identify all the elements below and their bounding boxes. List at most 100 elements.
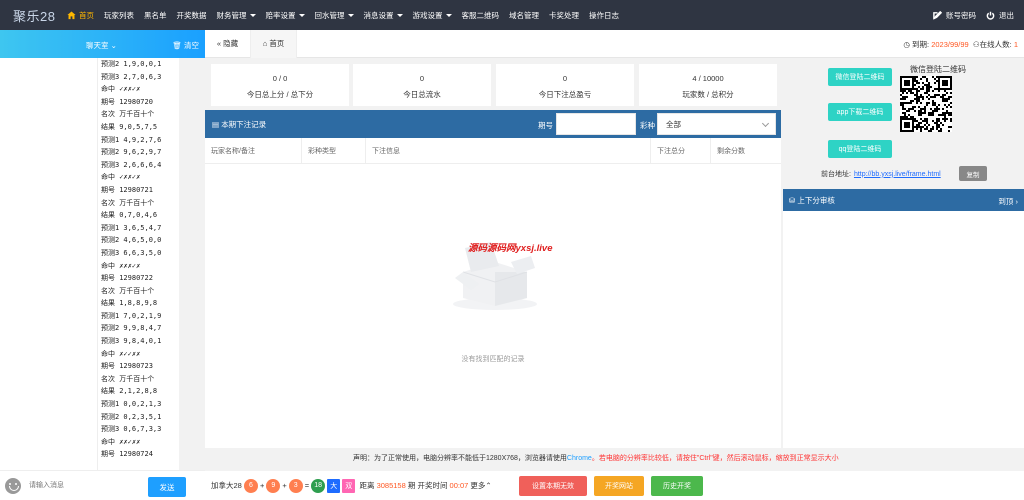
- chat-line: 预测2 1,9,0,0,1: [101, 60, 162, 68]
- lottery-type-value: 全部: [666, 119, 681, 129]
- logout-link[interactable]: 退出: [986, 10, 1014, 21]
- send-button[interactable]: 发送: [148, 477, 186, 497]
- period-label: 期号: [538, 121, 553, 130]
- qq-qr-button[interactable]: qq登陆二维码: [828, 140, 892, 158]
- chat-line: 期号 12980724: [101, 450, 153, 459]
- front-address-label: 前台地址:: [821, 171, 851, 178]
- notice-suffix: 。若电脑的分辨率比较低，请按住"Ctrl"键，然后滚动鼠标，缩放到正常显示大小: [591, 455, 839, 462]
- home-icon: [67, 10, 76, 19]
- account-password-link[interactable]: 账号密码: [933, 10, 976, 21]
- column-header[interactable]: 彩种类型: [302, 137, 366, 164]
- chat-message-input[interactable]: [29, 477, 149, 494]
- document-icon: ▤: [212, 119, 220, 129]
- copy-button[interactable]: 复制: [959, 166, 987, 181]
- nav-log[interactable]: 操作日志: [584, 0, 624, 30]
- table-header: 玩家名称/备注 彩种类型 下注信息 下注总分 剩余分数: [205, 137, 781, 164]
- stat-card-score: 0 / 0 今日总上分 / 总下分: [211, 64, 349, 106]
- chat-scroll-area[interactable]: [179, 58, 205, 498]
- chat-room-selector[interactable]: 聊天室 ⌄: [86, 40, 117, 51]
- more-link[interactable]: 更多⌃: [470, 480, 491, 491]
- nav-label: 游戏设置: [412, 10, 443, 20]
- nav-message[interactable]: 消息设置: [359, 0, 408, 30]
- nav-draw-data[interactable]: 开奖数据: [172, 0, 212, 30]
- caret-down-icon: [298, 13, 305, 17]
- plus-sign: +: [259, 481, 265, 490]
- nav-label: 开奖数据: [176, 10, 207, 20]
- wechat-qr-button[interactable]: 微信登陆二维码: [828, 68, 892, 86]
- chat-room-label: 聊天室: [86, 41, 109, 50]
- chat-line: 命中 ✗✗✗✓✗: [101, 261, 141, 270]
- nav-player-list[interactable]: 玩家列表: [99, 0, 139, 30]
- chat-line: 预测2 0,2,3,5,1: [101, 412, 162, 421]
- countdown: 00:07: [449, 481, 469, 490]
- column-header[interactable]: 剩余分数: [711, 138, 781, 164]
- nav-service-qr[interactable]: 客服二维码: [457, 0, 505, 30]
- set-period-invalid-button[interactable]: 设置本期无效: [519, 476, 587, 496]
- history-draw-button[interactable]: 历史开奖: [651, 476, 703, 496]
- chat-message-list[interactable]: 预测2 1,9,0,0,1 预测3 2,7,0,6,3 命中 ✓✗✗✓✗ 期号 129…: [0, 58, 205, 498]
- qr-title: 微信登陆二维码: [910, 65, 966, 74]
- draw-website-button[interactable]: 开奖网站: [594, 476, 644, 496]
- chat-panel: 聊天室 ⌄ 🗑 清空 预测2 1,9,0,0,1 预测3 2,7,0,6,3 命中 …: [0, 30, 205, 500]
- chat-line: 预测2 9,9,8,4,7: [101, 324, 162, 333]
- lottery-type-select[interactable]: 全部: [657, 113, 776, 135]
- power-icon: [986, 11, 995, 20]
- chat-line: 预测3 2,7,0,6,3: [101, 72, 162, 81]
- hide-sidebar-button[interactable]: « 隐藏: [205, 29, 251, 58]
- lottery-type-label: 彩种: [640, 121, 655, 130]
- nav-odds[interactable]: 赔率设置: [261, 0, 310, 30]
- front-address: 前台地址: http://bb.yxsj.live/frame.html: [821, 169, 941, 179]
- chat-line: 预测3 9,8,4,0,1: [101, 337, 162, 346]
- scroll-top-label: 到顶: [998, 197, 1014, 206]
- expire-value: 2023/99/99: [931, 40, 969, 49]
- chat-line: 期号 12980722: [101, 274, 153, 283]
- app-download-qr-button[interactable]: app下载二维码: [828, 103, 892, 121]
- chat-line: 预测3 6,6,3,5,0: [101, 248, 162, 257]
- column-header[interactable]: 下注信息: [366, 137, 651, 164]
- scroll-top-button[interactable]: 到顶 ›: [998, 196, 1018, 207]
- bet-records-panel: ▤ 本期下注记录 期号 彩种 全部 玩家名称/备注 彩种类型 下注信息 下注总分…: [205, 110, 781, 448]
- column-header[interactable]: 下注总分: [651, 137, 711, 164]
- column-header[interactable]: 玩家名称/备注: [205, 137, 302, 164]
- chat-clear-button[interactable]: 🗑 清空: [172, 40, 199, 51]
- main-nav: 首页 玩家列表 黑名单 开奖数据 财务管理 赔率设置 回水管理 消息设置 游戏设…: [62, 0, 624, 30]
- nav-home[interactable]: 首页: [62, 0, 99, 30]
- game-name: 加拿大28: [211, 481, 242, 490]
- chevron-right-icon: ›: [1015, 197, 1019, 206]
- nav-label: 客服二维码: [461, 10, 500, 20]
- nav-label: 玩家列表: [104, 10, 134, 20]
- stat-label: 今日总上分 / 总下分: [246, 90, 314, 99]
- period-suffix: 期 开奖时间: [407, 481, 448, 490]
- chat-line: 期号 12980721: [101, 185, 153, 194]
- chat-line: 预测2 4,6,5,0,0: [101, 236, 162, 245]
- bet-title-label: 本期下注记录: [221, 119, 267, 129]
- hide-label: 隐藏: [223, 39, 239, 48]
- nav-domain[interactable]: 域名管理: [504, 0, 544, 30]
- equals-sign: =: [304, 481, 310, 490]
- nav-label: 赔率设置: [265, 10, 296, 20]
- nav-stuck-draw[interactable]: 卡奖处理: [544, 0, 584, 30]
- stat-card-profit: 0 今日下注总盈亏: [496, 64, 634, 106]
- period-input[interactable]: [556, 113, 636, 135]
- emoji-icon[interactable]: [5, 477, 21, 494]
- score-audit-title: ⛁ 上下分审核: [789, 195, 835, 206]
- notice-prefix: 声明：为了正常使用，电脑分辨率不能低于1280X768，浏览器请使用: [353, 455, 567, 462]
- nav-game[interactable]: 游戏设置: [408, 0, 457, 30]
- bet-records-title: ▤ 本期下注记录: [212, 119, 266, 130]
- online-count: 1: [1013, 40, 1018, 49]
- nav-label: 财务管理: [216, 10, 247, 20]
- draw-size-badge: 大: [327, 478, 341, 493]
- bet-records-header: ▤ 本期下注记录 期号 彩种 全部: [205, 110, 781, 138]
- tab-bar: « 隐藏 ⌂ 首页 ◷ 到期: 2023/99/99 ⚇ 在线人数: 1: [205, 29, 1024, 58]
- draw-ball-1: 6: [243, 478, 258, 493]
- front-address-link[interactable]: http://bb.yxsj.live/frame.html: [854, 171, 941, 178]
- caret-down-icon: [445, 13, 452, 17]
- clock-icon: ◷: [903, 40, 910, 49]
- nav-blacklist[interactable]: 黑名单: [139, 0, 172, 30]
- nav-rebate[interactable]: 回水管理: [310, 0, 359, 30]
- tab-home[interactable]: ⌂ 首页: [251, 29, 297, 58]
- draw-ball-2: 9: [266, 478, 281, 493]
- stat-label: 今日总流水: [403, 90, 441, 99]
- nav-finance[interactable]: 财务管理: [212, 0, 261, 30]
- chat-line: 预测1 3,6,5,4,7: [101, 223, 162, 232]
